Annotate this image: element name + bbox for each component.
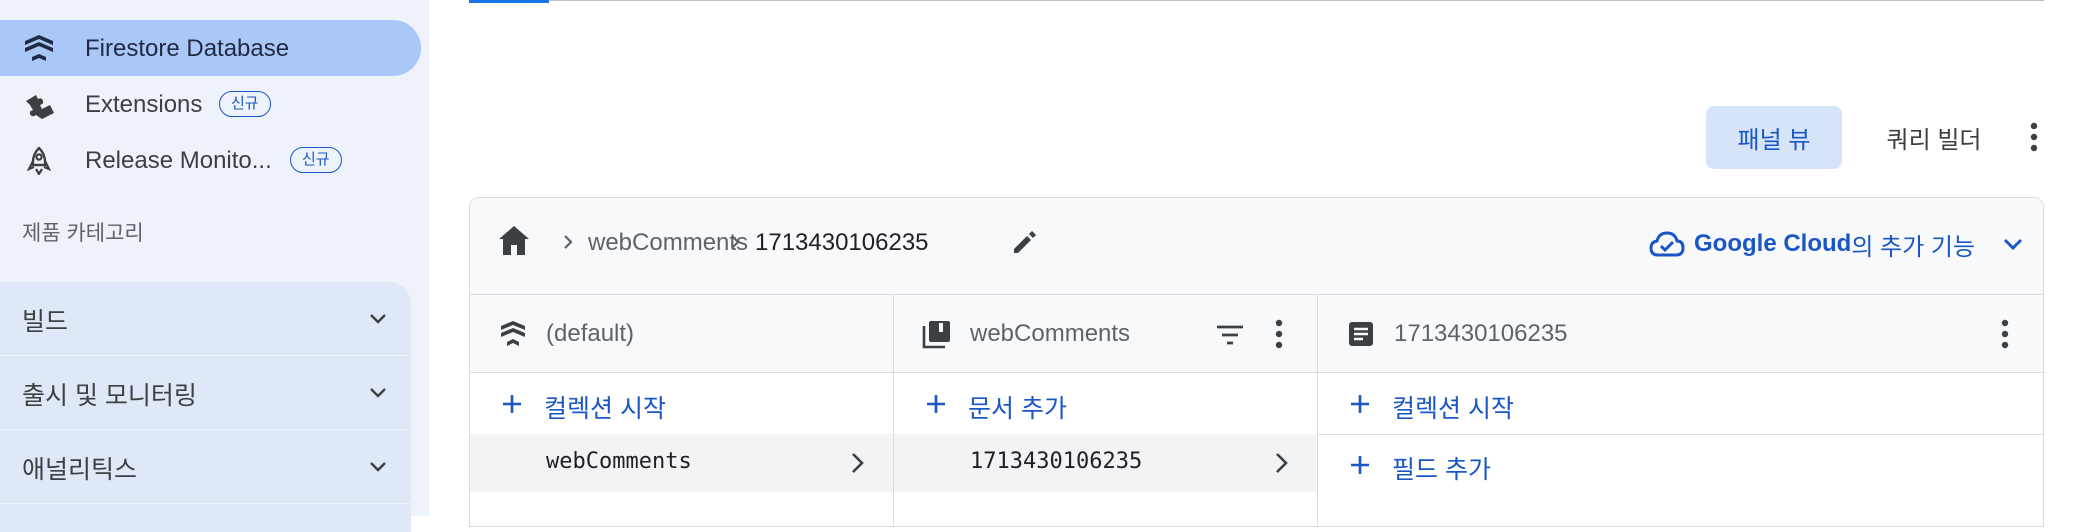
collection-column: webComments 문서 추가 1713430106235 [894, 295, 1318, 526]
home-icon[interactable] [496, 223, 532, 259]
document-id: 1713430106235 [970, 449, 1143, 474]
breadcrumb-collection[interactable]: webComments [588, 229, 748, 257]
chevron-down-icon [370, 388, 386, 398]
rocket-icon [26, 147, 52, 175]
google-cloud-more-features[interactable]: Google Cloud 의 추가 기능 [1648, 226, 2025, 262]
tab-divider [469, 0, 2044, 1]
filter-icon[interactable] [1214, 319, 1246, 351]
list-item[interactable]: webComments [470, 434, 893, 492]
action-label: 컬렉션 시작 [1392, 395, 1514, 423]
add-icon [1351, 395, 1369, 413]
sidebar-item-firestore[interactable]: Firestore Database [0, 20, 421, 76]
category-analytics[interactable]: 애널리틱스 [0, 430, 411, 504]
sidebar-item-label: Firestore Database [85, 35, 290, 62]
firestore-icon [25, 35, 53, 61]
chevron-down-icon [370, 314, 386, 324]
document-column: 1713430106235 컬렉션 시작 필드 추가 [1318, 295, 2043, 526]
category-build[interactable]: 빌드 [0, 282, 411, 356]
more-vert-icon[interactable] [2014, 117, 2054, 157]
collection-name: webComments [546, 449, 692, 474]
column-title: (default) [546, 320, 635, 347]
breadcrumb-document: 1713430106235 [755, 229, 929, 256]
new-badge: 신규 [290, 147, 342, 173]
chevron-right-icon [852, 453, 864, 473]
add-icon [1351, 456, 1369, 474]
action-label: 문서 추가 [968, 395, 1067, 423]
firestore-icon [501, 321, 525, 346]
list-item[interactable]: 1713430106235 [894, 434, 1317, 492]
chevron-down-icon [370, 462, 386, 472]
start-collection-button[interactable]: 컬렉션 시작 [470, 374, 893, 434]
extensions-icon [26, 95, 54, 119]
column-title: 1713430106235 [1394, 320, 1568, 347]
more-vert-icon[interactable] [1985, 314, 2025, 354]
sidebar-item-extensions[interactable]: Extensions 신규 [0, 76, 421, 132]
chevron-right-icon [564, 235, 573, 249]
action-label: 필드 추가 [1392, 456, 1491, 484]
chevron-down-icon [2004, 238, 2023, 251]
breadcrumb: webComments 1713430106235 Google Cloud 의… [470, 198, 2043, 295]
start-collection-button[interactable]: 컬렉션 시작 [1318, 374, 2043, 434]
google-cloud-suffix: 의 추가 기능 [1851, 233, 1976, 261]
chevron-right-icon [731, 235, 740, 249]
chevron-right-icon [1276, 453, 1288, 473]
new-badge: 신규 [219, 91, 271, 117]
root-column: (default) 컬렉션 시작 webComments [470, 295, 894, 526]
sidebar-item-label: Extensions [85, 91, 203, 118]
category-label: 빌드 [22, 308, 69, 336]
add-icon [927, 395, 945, 413]
cloud-icon [1649, 231, 1685, 257]
column-title: webComments [970, 320, 1131, 347]
action-label: 컬렉션 시작 [544, 395, 666, 423]
edit-icon[interactable] [1009, 226, 1041, 258]
add-icon [503, 395, 521, 413]
collection-icon [922, 321, 950, 349]
add-field-button[interactable]: 필드 추가 [1318, 434, 2043, 494]
sidebar-item-label: Release Monito... [85, 147, 272, 174]
sidebar-item-release-monitoring[interactable]: Release Monito... 신규 [0, 132, 421, 188]
main-content: 패널 뷰 쿼리 빌더 webComments 1713430106235 Goo… [429, 0, 2073, 527]
query-builder-button[interactable]: 쿼리 빌더 [1859, 106, 2009, 169]
document-icon [1349, 322, 1373, 346]
column-header: webComments [894, 295, 1317, 373]
category-release-monitoring[interactable]: 출시 및 모니터링 [0, 356, 411, 430]
add-document-button[interactable]: 문서 추가 [894, 374, 1317, 434]
panel-view-button[interactable]: 패널 뷰 [1706, 106, 1842, 169]
more-vert-icon[interactable] [1259, 314, 1299, 354]
active-tab-indicator [469, 0, 549, 3]
product-category-title: 제품 카테고리 [22, 222, 144, 245]
google-cloud-brand: Google Cloud [1694, 230, 1852, 257]
category-groups: 빌드 출시 및 모니터링 애널리틱스 [0, 282, 411, 532]
category-label: 애널리틱스 [22, 456, 138, 484]
category-label: 출시 및 모니터링 [22, 382, 197, 410]
column-header: 1713430106235 [1318, 295, 2043, 373]
column-header: (default) [470, 295, 893, 373]
sidebar: Firestore Database Extensions 신규 Release… [0, 0, 429, 532]
data-panel: webComments 1713430106235 Google Cloud 의… [469, 197, 2044, 527]
